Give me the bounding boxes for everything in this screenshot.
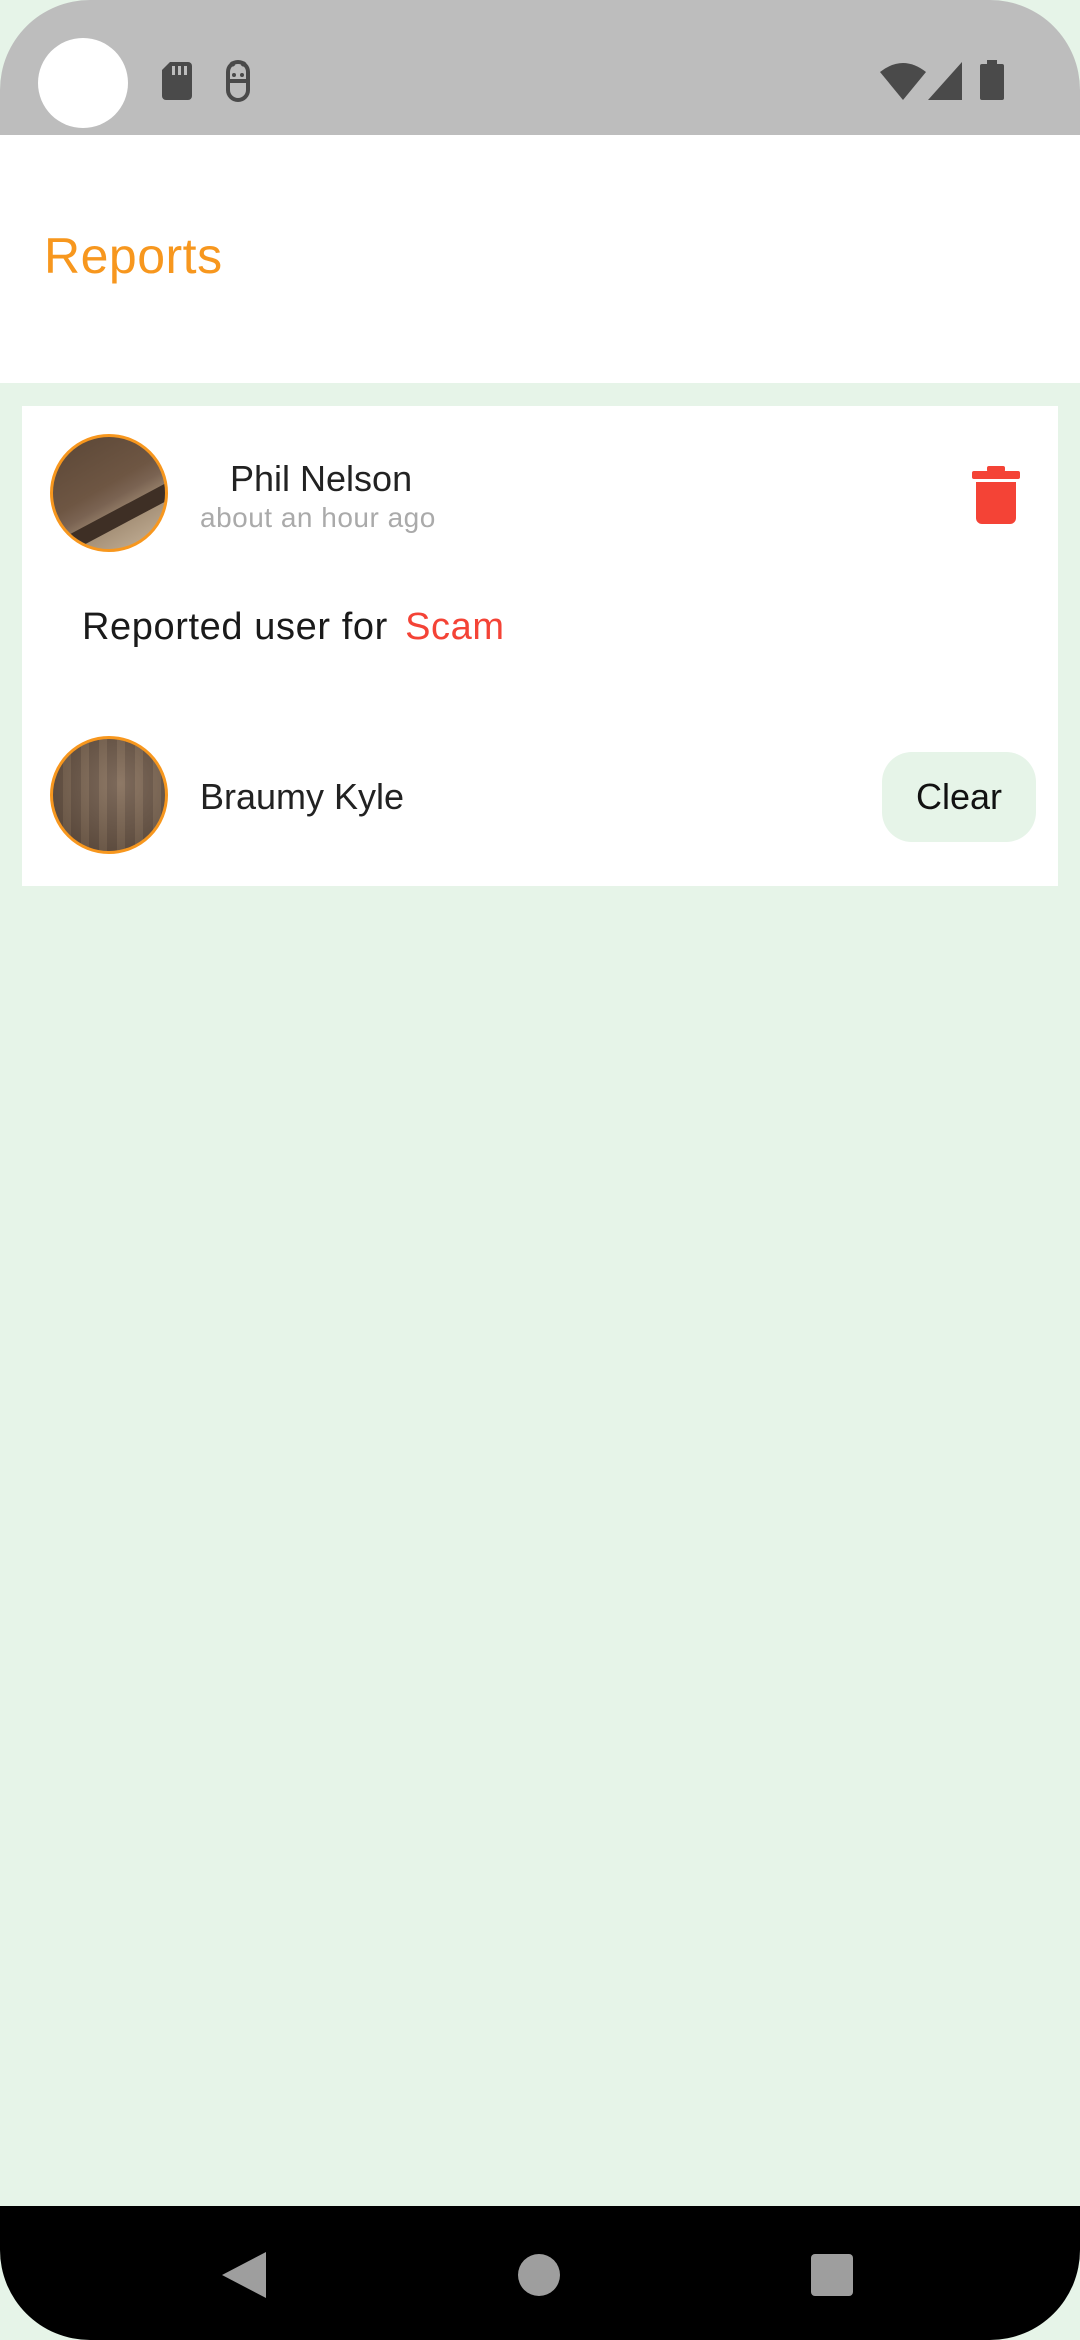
report-card: Phil Nelson about an hour ago Reported u…: [22, 406, 1058, 886]
report-text: Reported user for: [82, 606, 388, 648]
debug-icon: [226, 60, 250, 102]
clear-button[interactable]: Clear: [882, 752, 1036, 842]
report-description: Reported user for Scam: [82, 606, 505, 649]
reporter-name[interactable]: Phil Nelson: [230, 458, 412, 500]
back-icon[interactable]: [222, 2252, 266, 2298]
wifi-icon: [880, 63, 926, 100]
report-timestamp: about an hour ago: [200, 502, 436, 533]
avatar-photo-detail: [53, 739, 165, 851]
avatar-photo-detail: [53, 470, 165, 549]
navigation-bar: [0, 2206, 1080, 2340]
page-title: Reports: [44, 228, 223, 284]
reported-user-name[interactable]: Braumy Kyle: [200, 776, 404, 818]
status-bar: [0, 0, 1080, 135]
recents-icon[interactable]: [811, 2254, 853, 2296]
battery-icon: [980, 60, 1004, 100]
home-icon[interactable]: [518, 2254, 560, 2296]
reported-user-avatar[interactable]: [50, 736, 168, 854]
camera-cutout: [38, 38, 128, 128]
signal-icon: [928, 62, 962, 100]
reporter-avatar[interactable]: [50, 434, 168, 552]
report-reason: Scam: [405, 606, 505, 648]
app-header: Reports: [0, 135, 1080, 383]
sd-card-icon: [162, 62, 192, 100]
trash-icon[interactable]: [972, 466, 1020, 524]
